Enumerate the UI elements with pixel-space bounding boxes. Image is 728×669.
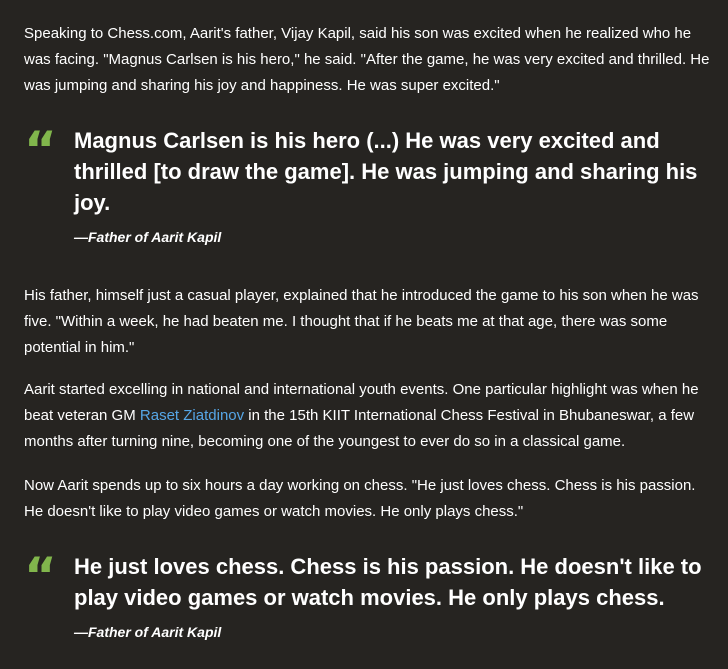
player-link-raset-ziatdinov[interactable]: Raset Ziatdinov [140, 407, 244, 424]
paragraph-training: Now Aarit spends up to six hours a day w… [24, 477, 696, 520]
article-body: Speaking to Chess.com, Aarit's father, V… [0, 0, 728, 669]
paragraph-introduction: His father, himself just a casual player… [24, 287, 699, 356]
pull-quote-text: Magnus Carlsen is his hero (...) He was … [74, 128, 698, 215]
pull-quote-hero: “ Magnus Carlsen is his hero (...) He wa… [24, 125, 704, 246]
paragraph-father-statement: Speaking to Chess.com, Aarit's father, V… [24, 25, 710, 94]
pull-quote-text: He just loves chess. Chess is his passio… [74, 554, 702, 610]
quote-mark-icon: “ [24, 547, 57, 605]
pull-quote-source: —Father of Aarit Kapil [74, 624, 222, 640]
pull-quote-source: —Father of Aarit Kapil [74, 229, 222, 245]
pull-quote-passion: “ He just loves chess. Chess is his pass… [24, 551, 704, 641]
quote-mark-icon: “ [24, 121, 57, 179]
paragraph-highlight: Aarit started excelling in national and … [24, 377, 710, 455]
